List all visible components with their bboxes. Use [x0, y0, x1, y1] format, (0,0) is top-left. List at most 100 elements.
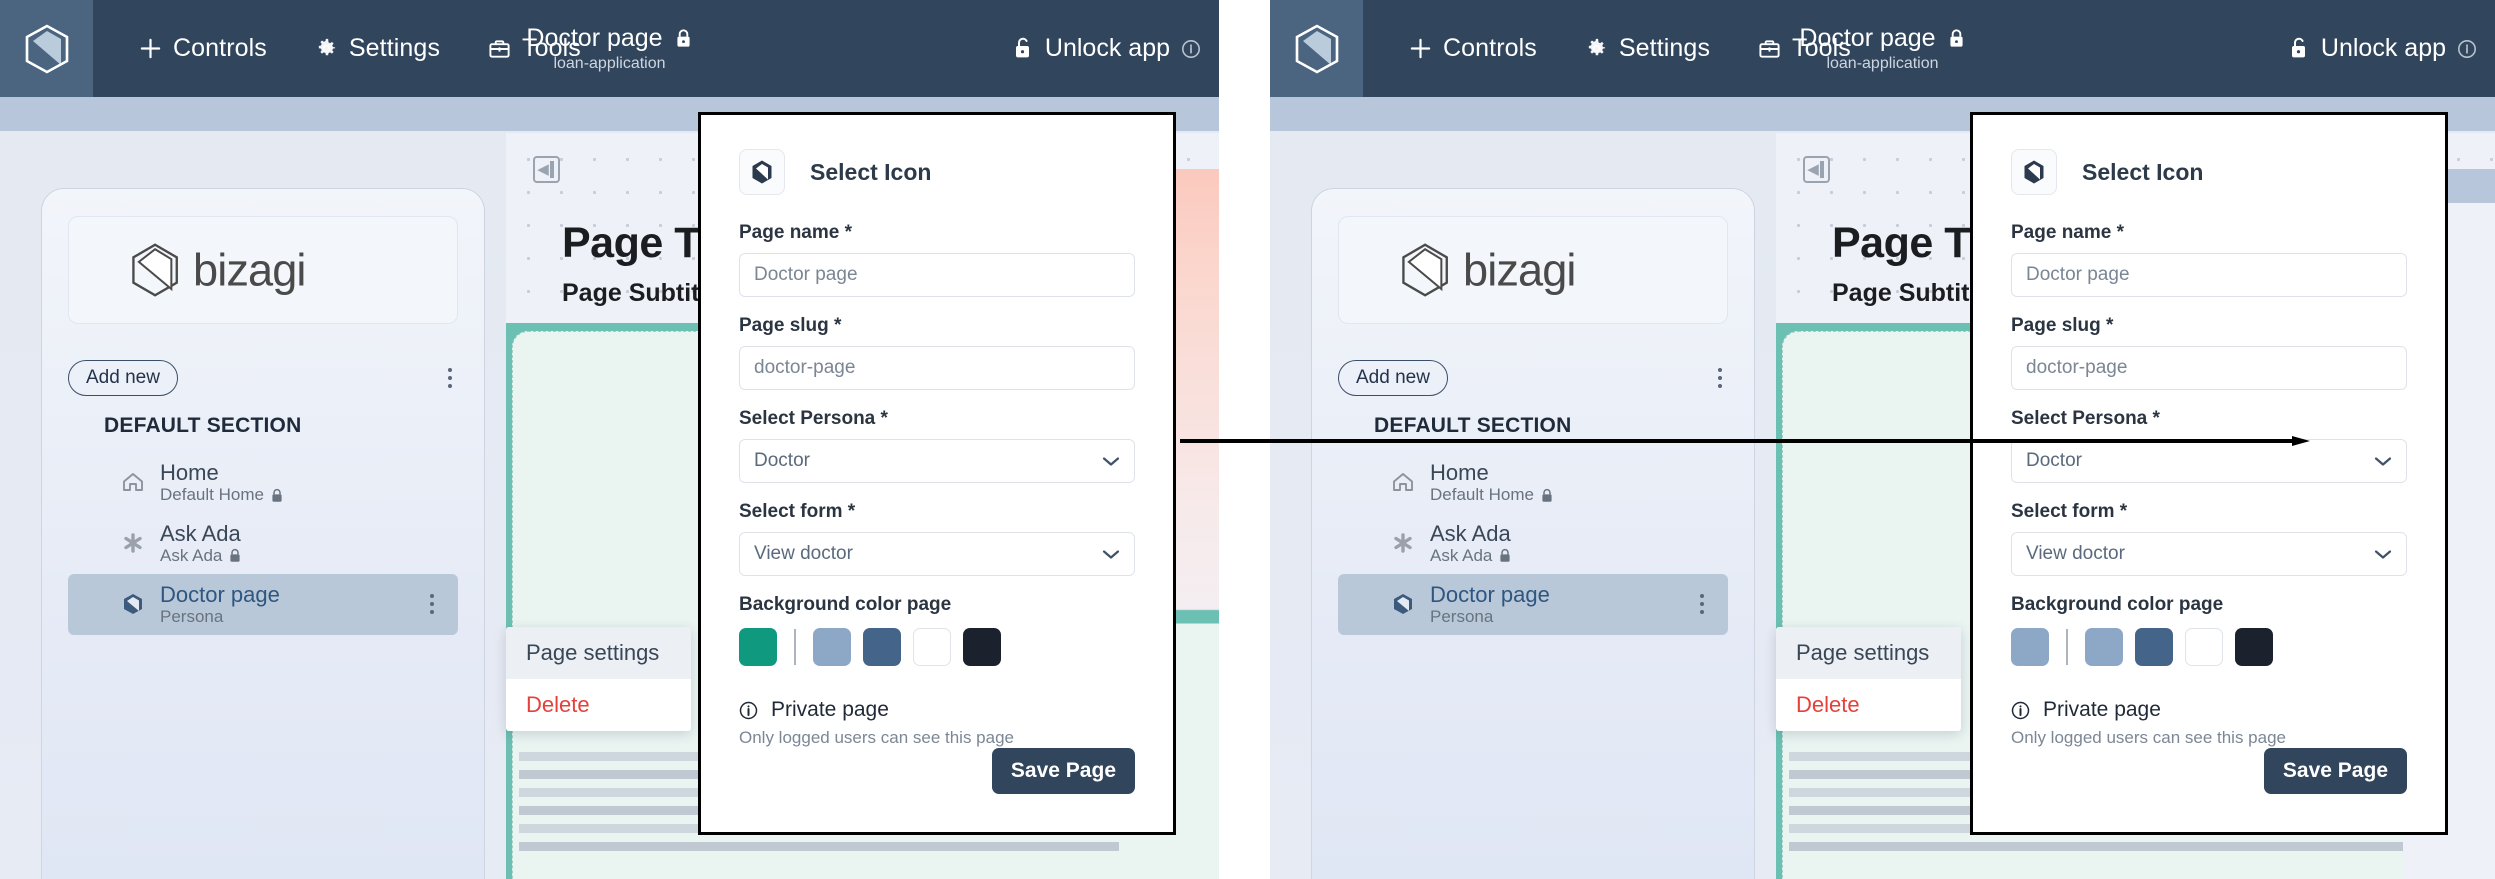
toolbox-icon [489, 40, 510, 58]
current-color-swatch[interactable] [2011, 628, 2049, 666]
sidebar-item-kebab-menu-icon[interactable] [424, 588, 440, 620]
bizagi-logo: bizagi [131, 243, 306, 297]
field-select-form: Select form * View doctor [2011, 501, 2407, 576]
chevron-down-icon [1102, 549, 1120, 559]
sidebar-item-kebab-menu-icon[interactable] [1694, 588, 1710, 620]
select-icon-label: Select Icon [2082, 158, 2204, 185]
canvas-page-subtitle: Page Subtitle [562, 279, 721, 307]
select-icon-button[interactable] [739, 149, 785, 195]
info-circle-icon[interactable] [2457, 39, 2477, 59]
comparison-stage: Controls Settings Tools Doctor page loan… [0, 0, 2495, 879]
palette-swatch-white[interactable] [2185, 628, 2223, 666]
sidebar-page-list: Home Default Home Ask Ada Ask Ada Doctor… [42, 452, 484, 635]
nav-item-settings[interactable]: Settings [291, 28, 464, 69]
toolbox-icon [1759, 40, 1780, 58]
hexagon-icon [120, 591, 146, 617]
select-form-label: Select form * [739, 501, 856, 522]
context-menu-page-settings[interactable]: Page settings [1776, 627, 1961, 679]
add-new-button[interactable]: Add new [68, 360, 178, 396]
select-persona-dropdown[interactable]: Doctor [739, 439, 1135, 483]
lock-closed-icon [1950, 29, 1963, 47]
lock-open-icon [1015, 37, 1029, 58]
page-settings-modal-after: Select Icon Page name * Doctor page Page… [1970, 112, 2448, 835]
context-menu-delete[interactable]: Delete [506, 679, 691, 731]
page-name-input[interactable]: Doctor page [2011, 253, 2407, 297]
sidebar-kebab-menu-icon[interactable] [1712, 362, 1728, 394]
private-page-title: Private page [2043, 698, 2161, 721]
canvas-page-subtitle: Page Subtitle [1832, 279, 1991, 307]
page-context-menu: Page settings Delete [1776, 627, 1961, 731]
unlock-app-button[interactable]: Unlock app [1012, 0, 1201, 97]
sidebar-item-doctor-page[interactable]: Doctor page Persona [1338, 573, 1728, 635]
nav-item-controls[interactable]: Controls [115, 28, 291, 69]
sidebar-item-ask-ada-subtitle: Ask Ada [1430, 546, 1493, 566]
sidebar-item-home[interactable]: Home Default Home [1312, 452, 1754, 513]
unlock-app-label: Unlock app [1044, 34, 1170, 62]
nav-item-settings[interactable]: Settings [1561, 28, 1734, 69]
select-persona-value: Doctor [754, 450, 810, 471]
add-new-button[interactable]: Add new [1338, 360, 1448, 396]
sidebar-actions-row: Add new [1338, 360, 1728, 396]
brand-logo-tile[interactable] [1270, 0, 1363, 97]
sidebar-item-home-subtitle: Default Home [1430, 485, 1534, 505]
palette-swatch-blue-light[interactable] [2085, 628, 2123, 666]
palette-swatch-blue-light[interactable] [813, 628, 851, 666]
select-form-value: View doctor [754, 543, 853, 564]
palette-swatch-blue-dark[interactable] [2135, 628, 2173, 666]
context-menu-page-settings[interactable]: Page settings [506, 627, 691, 679]
palette-swatch-blue-dark[interactable] [863, 628, 901, 666]
palette-swatch-black[interactable] [963, 628, 1001, 666]
chevron-down-icon [1102, 456, 1120, 466]
sidebar-item-doctor-page-subtitle: Persona [1430, 606, 1494, 626]
select-form-dropdown[interactable]: View doctor [739, 532, 1135, 576]
sidebar-item-home[interactable]: Home Default Home [42, 452, 484, 513]
hexagon-icon [2024, 160, 2044, 184]
lock-closed-icon [1542, 488, 1552, 502]
current-color-swatch[interactable] [739, 628, 777, 666]
color-swatch-list-after [2011, 628, 2407, 666]
select-form-dropdown[interactable]: View doctor [2011, 532, 2407, 576]
field-background-color: Background color page [2011, 594, 2407, 666]
private-page-title: Private page [771, 698, 889, 721]
info-circle-icon[interactable] [1181, 39, 1201, 59]
chevron-down-icon [2374, 456, 2392, 466]
page-slug-label: Page slug * [739, 315, 842, 336]
page-slug-input[interactable]: doctor-page [739, 346, 1135, 390]
field-page-slug: Page slug * doctor-page [2011, 315, 2407, 390]
select-icon-row[interactable]: Select Icon [739, 149, 1135, 195]
collapse-panel-icon[interactable]: ◀ [1803, 156, 1830, 183]
nav-item-controls-label: Controls [1443, 34, 1537, 62]
asterisk-icon [1390, 530, 1416, 556]
panel-before: Controls Settings Tools Doctor page loan… [0, 0, 1219, 879]
sidebar-item-doctor-page[interactable]: Doctor page Persona [68, 573, 458, 635]
save-page-button[interactable]: Save Page [2263, 748, 2407, 794]
sidebar-item-ask-ada-title: Ask Ada [160, 520, 241, 546]
unlock-app-button[interactable]: Unlock app [2288, 0, 2477, 97]
nav-item-controls[interactable]: Controls [1385, 28, 1561, 69]
sidebar-item-ask-ada-title: Ask Ada [1430, 520, 1511, 546]
select-icon-button[interactable] [2011, 149, 2057, 195]
save-page-button[interactable]: Save Page [991, 748, 1135, 794]
app-logo-box: bizagi [68, 216, 458, 324]
private-page-subtitle: Only logged users can see this page [2011, 728, 2287, 747]
private-page-row: Private page [739, 698, 1135, 722]
palette-swatch-white[interactable] [913, 628, 951, 666]
page-name-input[interactable]: Doctor page [739, 253, 1135, 297]
sidebar-item-ask-ada[interactable]: Ask Ada Ask Ada [42, 513, 484, 574]
sidebar-item-home-title: Home [160, 460, 219, 485]
field-background-color: Background color page [739, 594, 1135, 666]
lock-closed-icon [1500, 549, 1510, 563]
sidebar-kebab-menu-icon[interactable] [442, 362, 458, 394]
palette-swatch-black[interactable] [2235, 628, 2273, 666]
collapse-panel-icon[interactable]: ◀ [533, 156, 560, 183]
select-form-value: View doctor [2026, 543, 2125, 564]
page-slug-input[interactable]: doctor-page [2011, 346, 2407, 390]
page-title-navbar: Doctor page [526, 24, 663, 52]
page-context-menu: Page settings Delete [506, 627, 691, 731]
context-menu-delete[interactable]: Delete [1776, 679, 1961, 731]
select-icon-row[interactable]: Select Icon [2011, 149, 2407, 195]
sidebar-item-ask-ada[interactable]: Ask Ada Ask Ada [1312, 513, 1754, 574]
plus-icon [140, 38, 161, 59]
sidebar-item-home-title: Home [1430, 460, 1489, 485]
brand-logo-tile[interactable] [0, 0, 93, 97]
